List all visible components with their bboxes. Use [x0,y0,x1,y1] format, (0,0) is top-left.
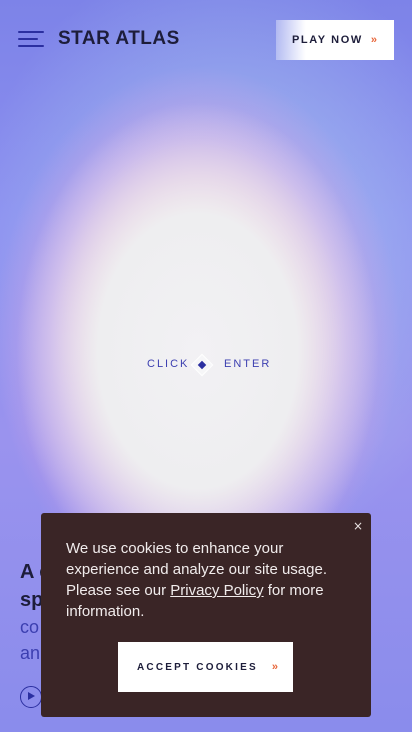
cookie-banner: × We use cookies to enhance your experie… [41,513,371,717]
diamond-icon [190,353,214,377]
accept-cookies-button[interactable]: ACCEPT COOKIES » [118,642,293,692]
play-now-button[interactable]: PLAY NOW » [276,20,394,60]
click-label: CLICK [147,358,190,370]
click-enter-control[interactable]: CLICK ENTER [147,352,271,378]
cookie-message: We use cookies to enhance your experienc… [66,538,356,622]
double-chevron-right-icon: » [370,34,377,46]
header: STAR ATLAS PLAY NOW » [0,0,412,80]
play-video-icon[interactable] [20,686,42,708]
privacy-policy-link[interactable]: Privacy Policy [170,582,263,599]
menu-line [18,45,44,47]
hamburger-menu-icon[interactable] [18,31,44,49]
menu-line [18,31,44,33]
menu-line [18,38,38,40]
close-icon[interactable]: × [352,518,364,534]
accept-cookies-label: ACCEPT COOKIES [137,661,258,673]
play-now-label: PLAY NOW [292,34,363,46]
enter-label: ENTER [224,358,272,370]
star-atlas-logo[interactable]: STAR ATLAS [58,28,180,50]
double-chevron-right-icon: » [271,661,278,673]
